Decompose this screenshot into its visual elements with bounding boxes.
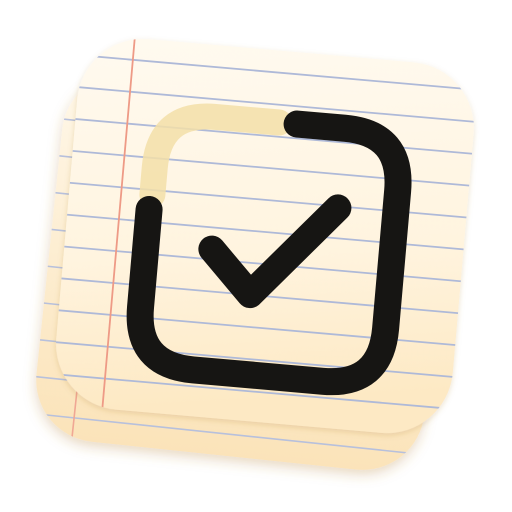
app-icon <box>30 33 480 470</box>
